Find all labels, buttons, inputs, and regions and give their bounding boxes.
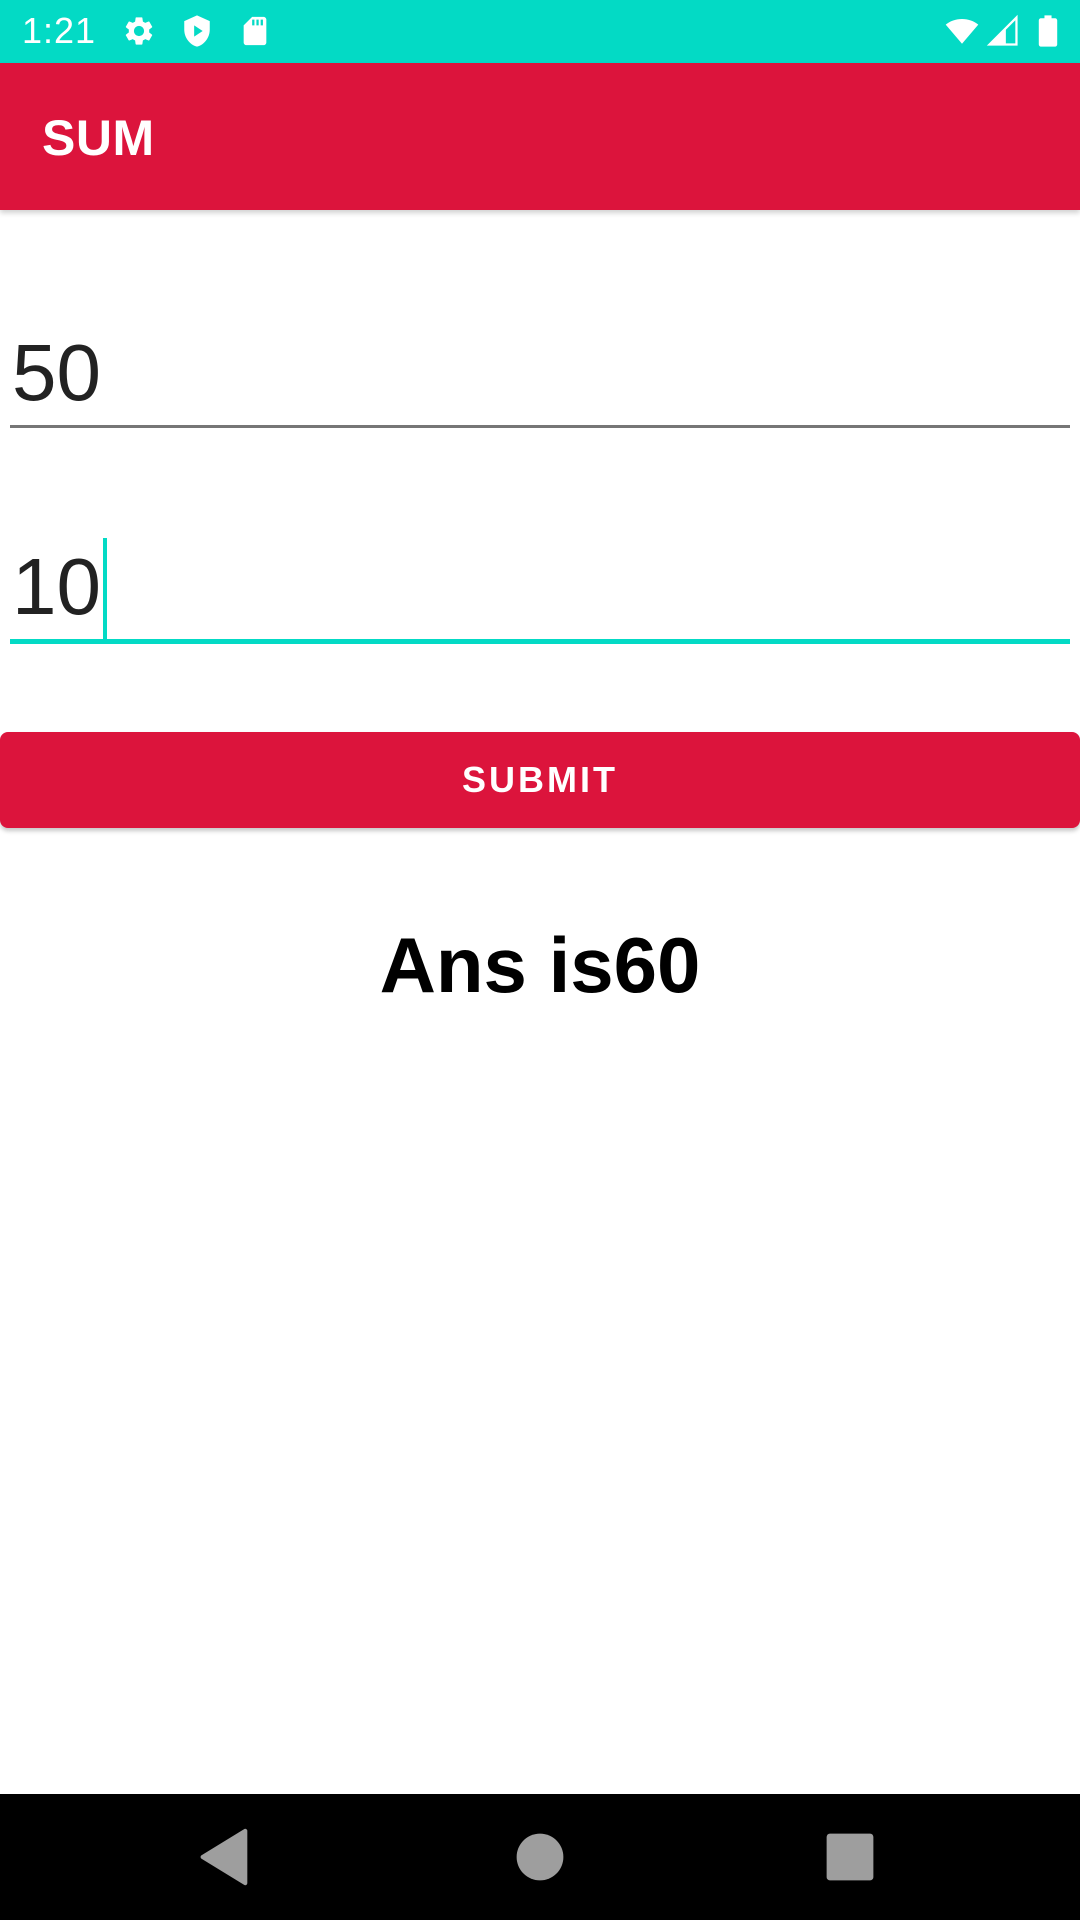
cellular-signal-icon — [986, 14, 1018, 46]
wifi-icon — [945, 18, 979, 44]
back-icon[interactable] — [193, 1824, 259, 1890]
gear-icon — [125, 17, 153, 45]
second-number-value: 10 — [12, 542, 101, 632]
screen: 1:21 SUM 50 10 SUBMIT Ans is60 — [0, 0, 1080, 1920]
app-title: SUM — [42, 110, 155, 166]
second-number-field[interactable]: 10 — [10, 530, 1070, 646]
app-bar: SUM — [0, 63, 1080, 210]
submit-button[interactable]: SUBMIT — [0, 732, 1080, 828]
second-number-input-text: 10 — [12, 538, 107, 646]
sd-card-icon — [243, 16, 267, 46]
result-text: Ans is60 — [379, 921, 701, 1009]
navigation-bar — [0, 1794, 1080, 1920]
battery-icon — [1038, 15, 1058, 47]
text-cursor — [102, 538, 107, 644]
status-bar: 1:21 — [0, 0, 1080, 63]
second-number-underline — [10, 639, 1070, 644]
first-number-field[interactable]: 50 — [10, 320, 1070, 430]
first-number-underline — [10, 425, 1070, 428]
home-icon[interactable] — [507, 1824, 573, 1890]
shield-icon — [184, 15, 210, 47]
first-number-value: 50 — [12, 328, 101, 417]
recents-icon[interactable] — [817, 1824, 883, 1890]
status-time: 1:21 — [22, 10, 97, 51]
